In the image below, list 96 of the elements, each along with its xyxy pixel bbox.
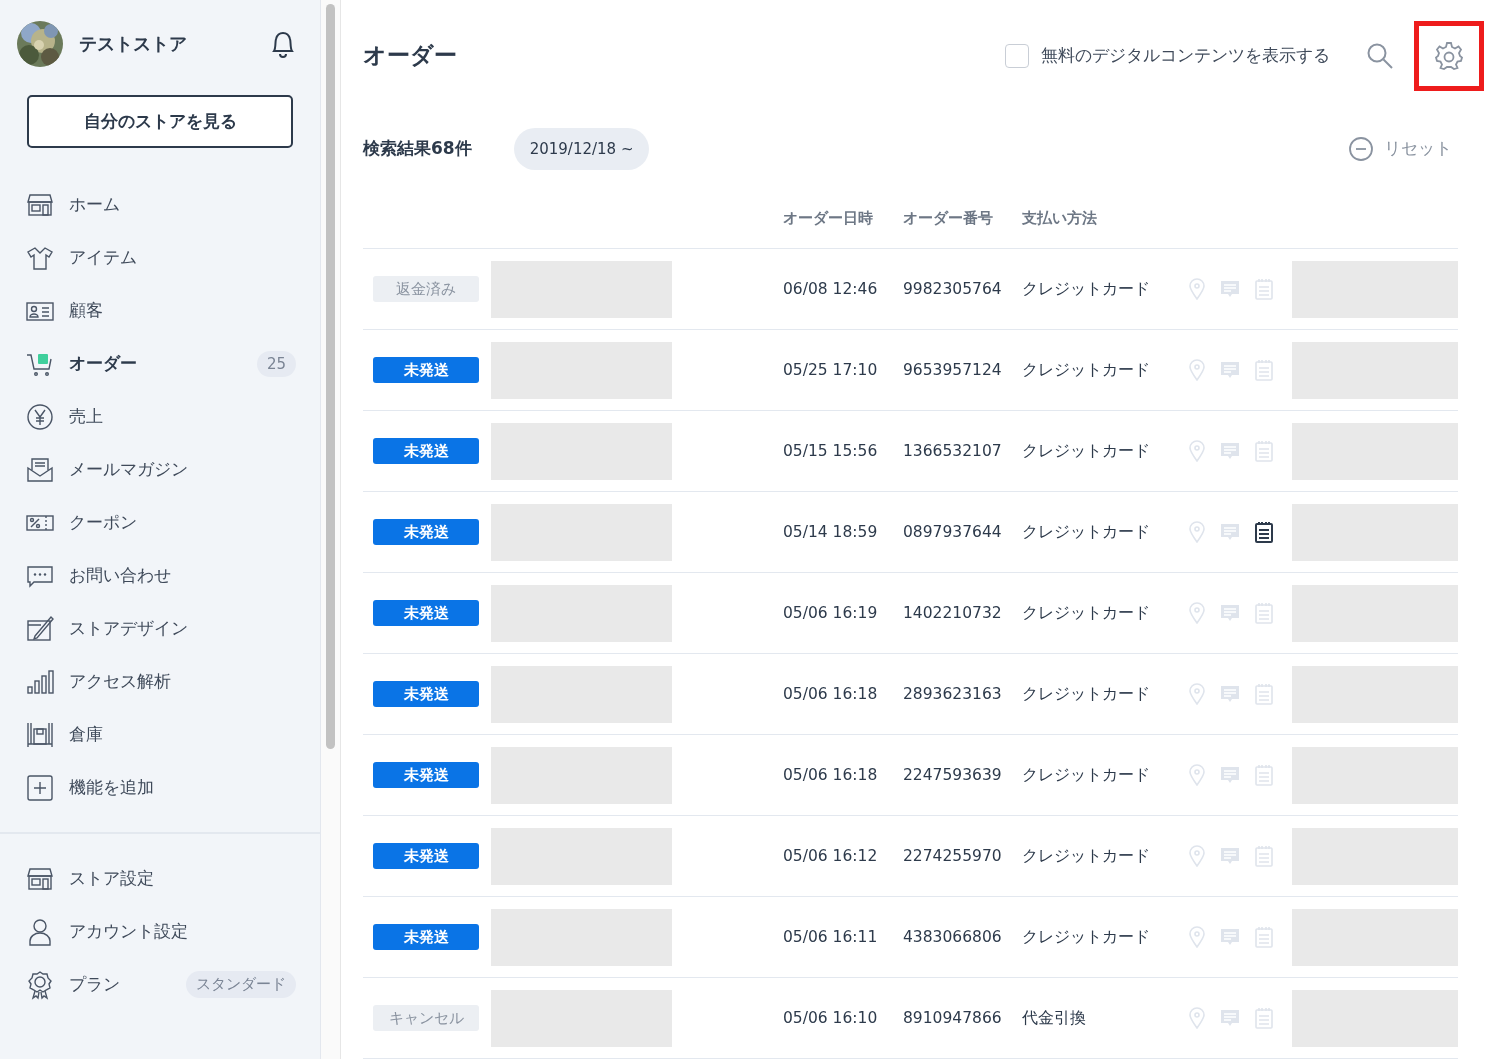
order-number: 8910947866 [903,1009,1003,1027]
nav-item[interactable]: ホーム [0,178,320,231]
nav-item[interactable]: 倉庫 [0,708,320,761]
status-badge: 未発送 [373,762,479,788]
payment-method: クレジットカード [1022,926,1151,948]
location-pin-icon[interactable] [1188,683,1206,705]
payment-method: クレジットカード [1022,521,1151,543]
nav-item[interactable]: クーポン [0,496,320,549]
status-badge: 未発送 [373,681,479,707]
order-number: 9653957124 [903,361,1003,379]
order-date: 05/06 16:19 [783,604,879,622]
design-icon [25,613,55,644]
payment-method: クレジットカード [1022,359,1151,381]
status-badge: キャンセル [373,1005,479,1031]
nav-item[interactable]: 顧客 [0,284,320,337]
order-number: 0897937644 [903,523,1003,541]
nav-item[interactable]: プラン スタンダード [0,958,320,1011]
order-date: 05/06 16:18 [783,766,879,784]
nav-item[interactable]: メールマガジン [0,443,320,496]
order-date: 05/15 15:56 [783,442,879,460]
column-header: オーダー日時 [783,208,874,228]
location-pin-icon[interactable] [1188,1007,1206,1029]
memo-icon[interactable] [1254,521,1274,543]
result-count: 検索結果68件 [363,137,472,161]
location-pin-icon[interactable] [1188,359,1206,381]
location-pin-icon[interactable] [1188,926,1206,948]
status-badge: 未発送 [373,519,479,545]
payment-method: クレジットカード [1022,440,1151,462]
order-number: 2247593639 [903,766,1003,784]
message-icon[interactable] [1220,684,1240,704]
location-pin-icon[interactable] [1188,845,1206,867]
order-number: 9982305764 [903,280,1003,298]
nav-item[interactable]: アイテム [0,231,320,284]
message-icon[interactable] [1220,603,1240,623]
checkbox[interactable] [1005,43,1029,68]
nav-item[interactable]: 機能を追加 [0,761,320,814]
order-number: 1366532107 [903,442,1003,460]
column-header: オーダー番号 [903,208,994,228]
order-date: 06/08 12:46 [783,280,879,298]
location-pin-icon[interactable] [1188,278,1206,300]
date-filter-chip[interactable]: 2019/12/18 ~ [513,127,650,170]
location-pin-icon[interactable] [1188,521,1206,543]
order-number: 4383066806 [903,928,1003,946]
message-icon[interactable] [1220,441,1240,461]
nav-item[interactable]: アクセス解析 [0,655,320,708]
status-badge: 未発送 [373,843,479,869]
column-header: 支払い方法 [1022,208,1098,228]
view-store-button[interactable]: 自分のストアを見る [27,95,293,148]
store-name: テストストア [79,32,188,56]
message-icon[interactable] [1220,522,1240,542]
order-number: 1402210732 [903,604,1003,622]
settings-icon[interactable] [1434,40,1464,71]
status-badge: 未発送 [373,600,479,626]
order-number: 2893623163 [903,685,1003,703]
order-date: 05/06 16:11 [783,928,879,946]
nav-item[interactable]: オーダー 25 [0,337,320,390]
payment-method: クレジットカード [1022,602,1151,624]
add-icon [25,772,55,803]
nav-item[interactable]: ストアデザイン [0,602,320,655]
location-pin-icon[interactable] [1188,440,1206,462]
status-badge: 未発送 [373,438,479,464]
order-date: 05/06 16:10 [783,1009,879,1027]
checkbox-label: 無料のデジタルコンテンツを表示する [1041,44,1330,68]
order-date: 05/25 17:10 [783,361,879,379]
message-icon[interactable] [1220,279,1240,299]
yen-icon [25,401,55,432]
status-badge: 未発送 [373,357,479,383]
count-badge: 25 [256,350,296,377]
scrollbar[interactable] [326,4,335,749]
status-badge: 返金済み [373,276,479,302]
notification-icon[interactable] [270,30,296,58]
message-icon[interactable] [1220,765,1240,785]
message-icon[interactable] [1220,1008,1240,1028]
order-date: 05/14 18:59 [783,523,879,541]
message-icon[interactable] [1220,846,1240,866]
location-pin-icon[interactable] [1188,602,1206,624]
count-badge: スタンダード [186,971,296,998]
message-icon[interactable] [1220,360,1240,380]
payment-method: クレジットカード [1022,683,1151,705]
nav-item[interactable]: お問い合わせ [0,549,320,602]
location-pin-icon[interactable] [1188,764,1206,786]
nav-item[interactable]: ストア設定 [0,852,320,905]
status-badge: 未発送 [373,924,479,950]
nav-item[interactable]: 売上 [0,390,320,443]
message-icon[interactable] [1220,927,1240,947]
search-icon[interactable] [1366,41,1394,70]
minus-circle-icon [1348,135,1374,162]
payment-method: 代金引換 [1022,1007,1087,1029]
order-date: 05/06 16:18 [783,685,879,703]
nav-item[interactable]: アカウント設定 [0,905,320,958]
payment-method: クレジットカード [1022,845,1151,867]
payment-method: クレジットカード [1022,278,1151,300]
order-number: 2274255970 [903,847,1003,865]
page-title: オーダー [363,41,458,71]
payment-method: クレジットカード [1022,764,1151,786]
order-date: 05/06 16:12 [783,847,879,865]
